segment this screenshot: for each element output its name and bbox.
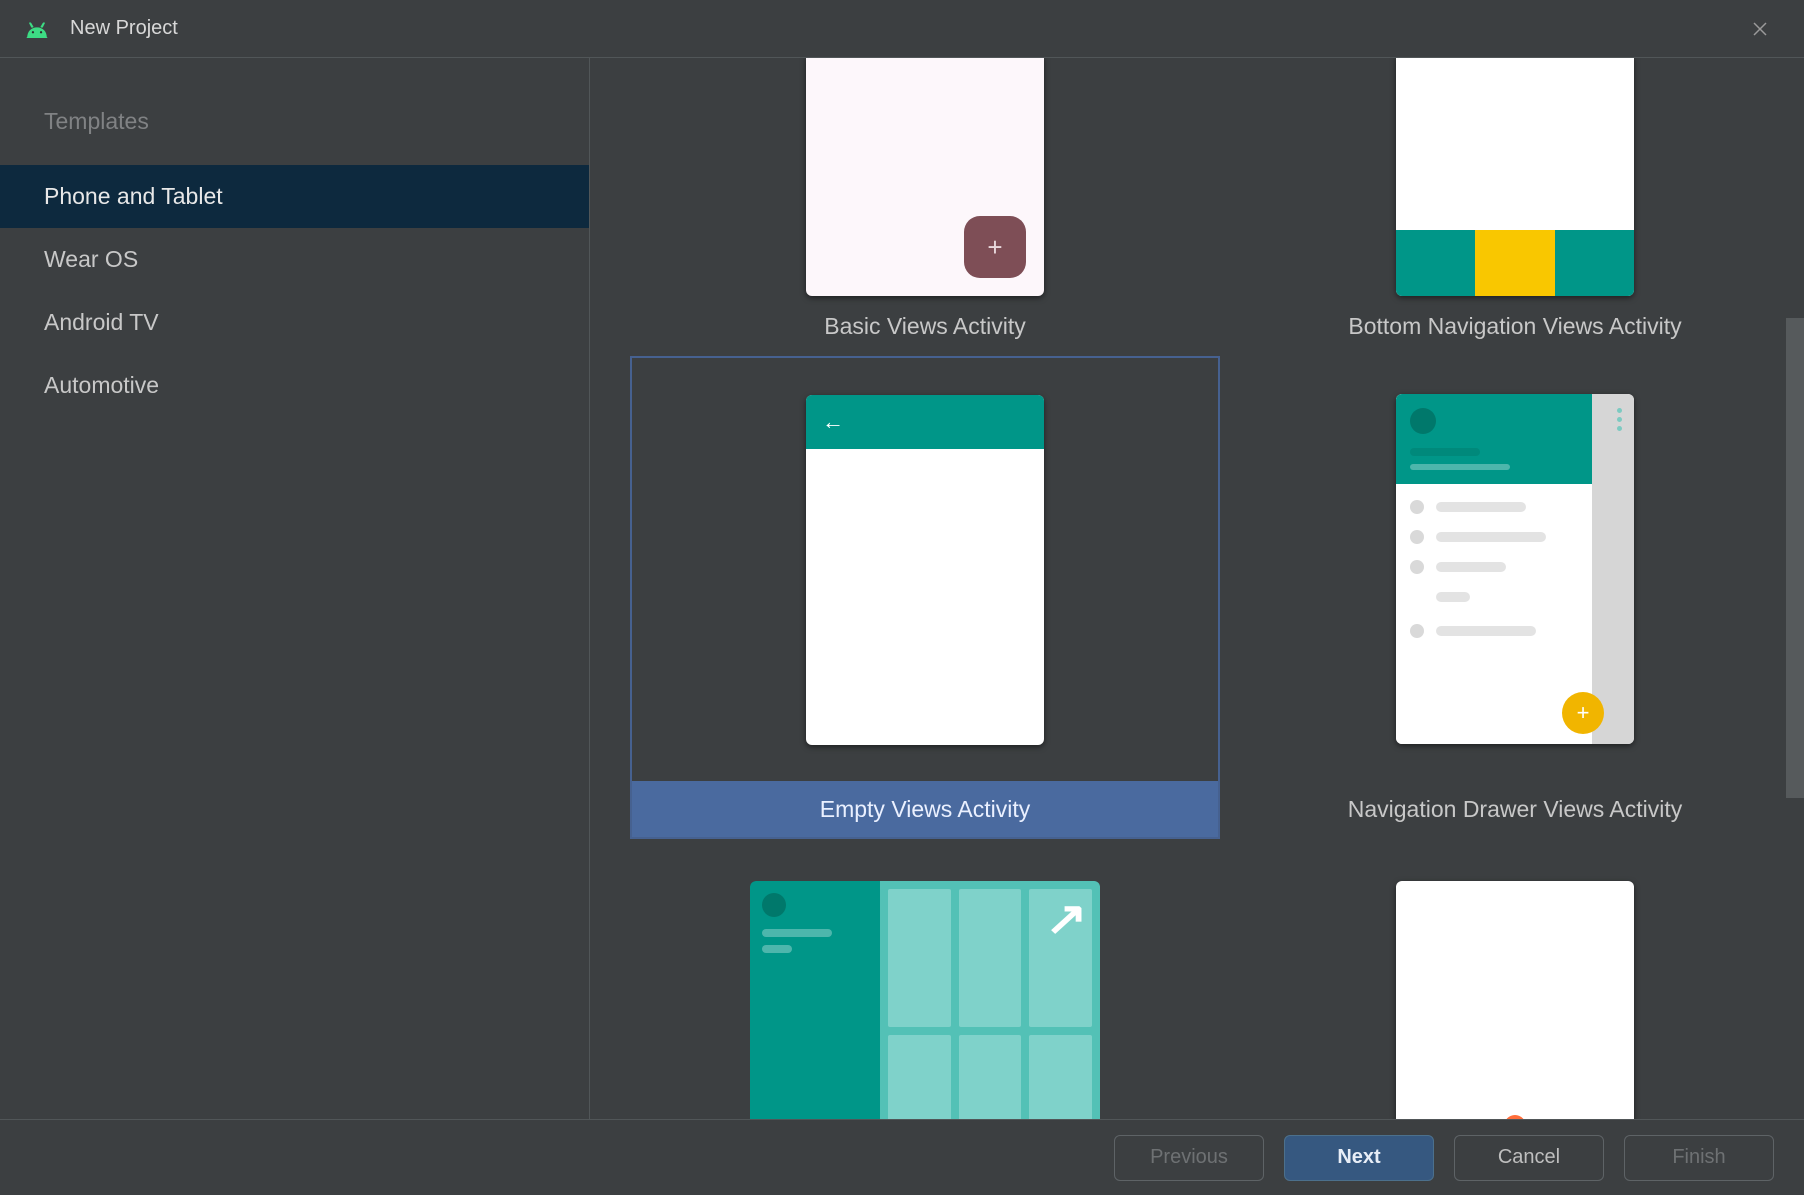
sidebar-heading: Templates [0, 98, 589, 165]
template-label: Bottom Navigation Views Activity [1220, 298, 1804, 356]
template-thumbnail [1396, 881, 1634, 1119]
sidebar-item-label: Phone and Tablet [44, 183, 223, 209]
finish-button[interactable]: Finish [1624, 1135, 1774, 1181]
template-label: Empty Views Activity [630, 781, 1220, 839]
gamepad-icon [1504, 1115, 1526, 1119]
button-label: Cancel [1498, 1146, 1560, 1169]
titlebar: New Project [0, 0, 1804, 58]
template-responsive-views[interactable]: ↗ Responsive Views Activity [630, 839, 1220, 999]
sidebar-item-label: Wear OS [44, 246, 138, 272]
template-label: Navigation Drawer Views Activity [1220, 781, 1804, 839]
scrollbar-thumb[interactable] [1786, 318, 1804, 798]
button-label: Next [1337, 1146, 1380, 1169]
sidebar-item-android-tv[interactable]: Android TV [0, 291, 589, 354]
template-label: Basic Views Activity [630, 298, 1220, 356]
new-project-window: New Project Templates Phone and Tablet W… [0, 0, 1804, 1195]
next-button[interactable]: Next [1284, 1135, 1434, 1181]
template-empty-views[interactable]: ← Empty Views Activity [630, 356, 1220, 839]
sidebar-item-label: Automotive [44, 372, 159, 398]
fab-plus-icon [1562, 692, 1604, 734]
dialog-body: Templates Phone and Tablet Wear OS Andro… [0, 58, 1804, 1119]
dialog-footer: Previous Next Cancel Finish [0, 1119, 1804, 1195]
scrollbar[interactable] [1786, 318, 1804, 798]
kebab-icon [1617, 408, 1622, 431]
expand-arrow-icon: ↗ [1046, 891, 1088, 945]
template-game-activity[interactable]: Game Activity [1220, 839, 1804, 999]
sidebar-item-automotive[interactable]: Automotive [0, 354, 589, 417]
bottom-nav-bar-icon [1396, 230, 1634, 296]
button-label: Previous [1150, 1146, 1228, 1169]
template-thumbnail: ← [806, 395, 1044, 745]
previous-button[interactable]: Previous [1114, 1135, 1264, 1181]
sidebar-item-wear-os[interactable]: Wear OS [0, 228, 589, 291]
sidebar-item-label: Android TV [44, 309, 159, 335]
android-logo-icon [24, 19, 50, 39]
appbar-icon: ← [806, 395, 1044, 449]
back-arrow-icon: ← [822, 409, 844, 435]
template-thumbnail [1396, 394, 1634, 744]
templates-sidebar: Templates Phone and Tablet Wear OS Andro… [0, 58, 590, 1119]
sidebar-item-phone-tablet[interactable]: Phone and Tablet [0, 165, 589, 228]
template-thumbnail: ↗ [750, 881, 1100, 1119]
templates-content: Basic Views Activity Bottom Navigation V… [590, 58, 1804, 1119]
avatar-icon [1410, 408, 1436, 434]
cancel-button[interactable]: Cancel [1454, 1135, 1604, 1181]
template-thumbnail [1396, 58, 1634, 296]
templates-grid-scroll[interactable]: Basic Views Activity Bottom Navigation V… [590, 58, 1804, 1119]
close-icon [1753, 22, 1767, 36]
template-thumbnail [806, 58, 1044, 296]
button-label: Finish [1672, 1146, 1725, 1169]
template-navigation-drawer[interactable]: Navigation Drawer Views Activity [1220, 356, 1804, 839]
template-bottom-navigation[interactable]: Bottom Navigation Views Activity [1220, 58, 1804, 356]
fab-plus-icon [964, 216, 1026, 278]
template-basic-views[interactable]: Basic Views Activity [630, 58, 1220, 356]
close-button[interactable] [1740, 9, 1780, 49]
window-title: New Project [70, 17, 178, 40]
